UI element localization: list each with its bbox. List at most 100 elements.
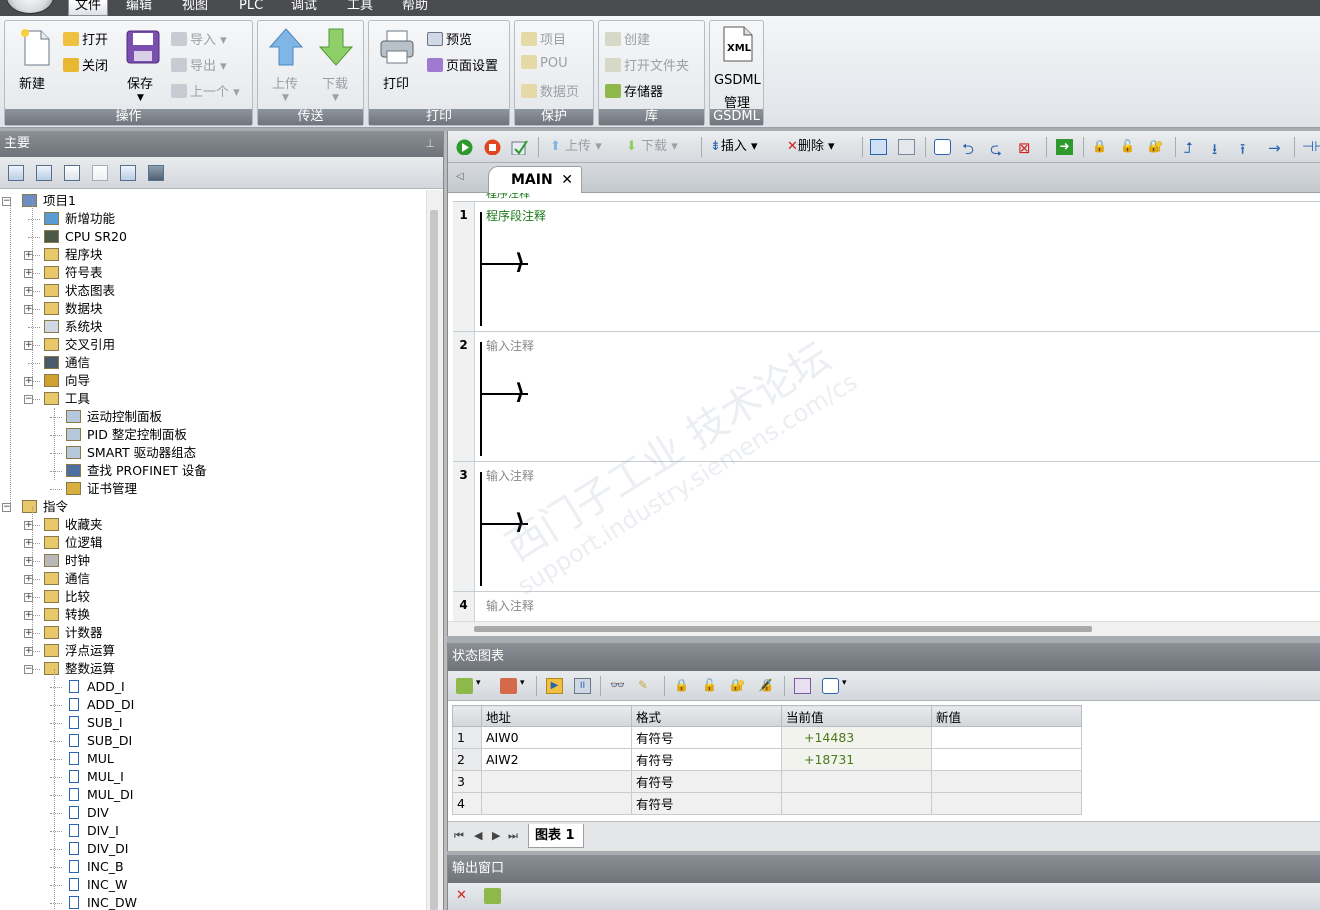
tree-item[interactable]: 通信: [0, 354, 420, 372]
network-4[interactable]: 4 输入注释: [453, 591, 1320, 621]
run-icon[interactable]: [456, 139, 473, 155]
view-icon[interactable]: [8, 165, 24, 181]
column-header-format[interactable]: 格式: [631, 705, 782, 727]
tree-item[interactable]: INC_DW: [0, 894, 420, 910]
upload-dropdown-icon[interactable]: ▼: [282, 93, 289, 103]
network-2[interactable]: 2 输入注释 ⟩: [453, 331, 1320, 462]
goto-error-icon[interactable]: [484, 888, 501, 904]
trend-view-icon[interactable]: [794, 678, 811, 694]
remove-bookmarks-icon[interactable]: ⊠: [1018, 139, 1035, 157]
document-icon[interactable]: [64, 165, 80, 181]
format-cell[interactable]: 有符号: [631, 792, 782, 815]
protect-pou-button[interactable]: POU: [521, 55, 568, 71]
unlock-icon[interactable]: 🔓: [1120, 139, 1137, 155]
network-comment[interactable]: 输入注释: [486, 337, 534, 354]
tab-scroll-left-icon[interactable]: ◁: [456, 171, 464, 182]
tab-main[interactable]: MAIN ✕: [488, 166, 582, 193]
new-value-cell[interactable]: [931, 748, 1082, 771]
tree-item[interactable]: − 指令: [0, 498, 420, 516]
tree-item[interactable]: + 计数器: [0, 624, 420, 642]
tree-item[interactable]: SMART 驱动器组态: [0, 444, 420, 462]
branch-icon[interactable]: ⮥: [1184, 139, 1201, 157]
download-toolbar-button[interactable]: ⬇ 下载 ▾: [626, 138, 678, 156]
tree-item[interactable]: + 浮点运算: [0, 642, 420, 660]
tree-item[interactable]: + 交叉引用: [0, 336, 420, 354]
sheet-tab-chart-1[interactable]: 图表 1: [528, 824, 584, 848]
tree-item[interactable]: MUL_I: [0, 768, 420, 786]
memory-button[interactable]: 存储器: [605, 81, 663, 100]
tree-item[interactable]: 系统块: [0, 318, 420, 336]
address-cell[interactable]: AIW2: [481, 748, 632, 771]
open-button[interactable]: 打开: [63, 29, 108, 48]
clear-output-icon[interactable]: ✕: [456, 888, 473, 904]
tree-item[interactable]: + 数据块: [0, 300, 420, 318]
bookmark-icon[interactable]: [934, 139, 951, 155]
protect-project-button[interactable]: 项目: [521, 29, 566, 48]
tree-item[interactable]: CPU SR20: [0, 228, 420, 246]
contact-icon[interactable]: ⊣⊢: [1302, 139, 1320, 155]
write-pencil-icon[interactable]: ✎: [638, 678, 655, 694]
tree-item[interactable]: + 向导: [0, 372, 420, 390]
format-cell[interactable]: 有符号: [631, 770, 782, 793]
display-format-dropdown-icon[interactable]: ▾: [842, 674, 847, 692]
menu-plc[interactable]: PLC: [233, 0, 269, 16]
network-1[interactable]: 1 程序段注释 ⟩: [453, 201, 1320, 332]
save-dropdown-icon[interactable]: ▼: [137, 93, 144, 103]
force-icon[interactable]: 🔒: [674, 678, 691, 694]
column-header-current-value[interactable]: 当前值: [781, 705, 932, 727]
tree-item[interactable]: + 符号表: [0, 264, 420, 282]
column-header-new-value[interactable]: 新值: [931, 705, 1082, 727]
download-button[interactable]: 下载: [322, 73, 348, 92]
new-button[interactable]: 新建: [19, 73, 45, 92]
tree-item[interactable]: + 时钟: [0, 552, 420, 570]
scrollbar-thumb[interactable]: [430, 210, 438, 910]
lock-icon[interactable]: 🔒: [1092, 139, 1109, 155]
tree-item[interactable]: − 工具: [0, 390, 420, 408]
tree-item[interactable]: INC_W: [0, 876, 420, 894]
blank-page-icon[interactable]: [92, 165, 108, 181]
line-right-icon[interactable]: →: [1268, 139, 1285, 157]
editor-horizontal-scrollbar[interactable]: [448, 621, 1320, 636]
network-comment[interactable]: 输入注释: [486, 597, 534, 614]
column-header-address[interactable]: 地址: [481, 705, 632, 727]
app-menu-button[interactable]: [6, 0, 54, 14]
menu-edit[interactable]: 编辑: [120, 0, 158, 16]
collapse-icon[interactable]: −: [24, 395, 33, 404]
display-format-icon[interactable]: [822, 678, 839, 694]
tree-item[interactable]: 运动控制面板: [0, 408, 420, 426]
delete-row-dropdown-icon[interactable]: ▾: [520, 674, 525, 692]
tree-scrollbar[interactable]: [426, 190, 443, 910]
unforce-all-icon[interactable]: 🔐: [730, 678, 747, 694]
tree-item[interactable]: PID 整定控制面板: [0, 426, 420, 444]
menu-tools[interactable]: 工具: [341, 0, 379, 16]
tree-item[interactable]: + 通信: [0, 570, 420, 588]
tree-item[interactable]: SUB_I: [0, 714, 420, 732]
collapse-icon[interactable]: −: [24, 665, 33, 674]
program-comment[interactable]: 程序注释: [486, 193, 530, 201]
line-up-icon[interactable]: ⭱: [1240, 139, 1257, 158]
format-cell[interactable]: 有符号: [631, 726, 782, 749]
read-all-forced-icon[interactable]: 🔏: [758, 678, 775, 694]
tree-item[interactable]: 查找 PROFINET 设备: [0, 462, 420, 480]
tree-item[interactable]: DIV_DI: [0, 840, 420, 858]
goto-icon[interactable]: ➜: [1056, 139, 1073, 155]
new-value-cell[interactable]: [931, 770, 1082, 793]
protect-data-page-button[interactable]: 数据页: [521, 81, 579, 100]
new-value-cell[interactable]: [931, 792, 1082, 815]
network-insert-icon[interactable]: [870, 139, 887, 155]
menu-view[interactable]: 视图: [176, 0, 214, 16]
tree-item[interactable]: + 位逻辑: [0, 534, 420, 552]
previous-bookmark-icon[interactable]: ⮌: [962, 139, 979, 158]
previous-sheet-icon[interactable]: ◀: [474, 829, 482, 842]
compile-icon[interactable]: [511, 139, 528, 155]
tree-item[interactable]: − 项目1: [0, 192, 420, 210]
delete-toolbar-button[interactable]: ✕删除 ▾: [787, 138, 835, 156]
read-icon[interactable]: 👓: [610, 678, 627, 694]
add-row-dropdown-icon[interactable]: ▾: [476, 674, 481, 692]
open-library-folder-button[interactable]: 打开文件夹: [605, 55, 689, 74]
tree-item[interactable]: ADD_I: [0, 678, 420, 696]
tree-item[interactable]: MUL: [0, 750, 420, 768]
network-delete-icon[interactable]: [898, 139, 915, 155]
upload-button[interactable]: 上传: [272, 73, 298, 92]
next-sheet-icon[interactable]: ▶: [492, 829, 500, 842]
